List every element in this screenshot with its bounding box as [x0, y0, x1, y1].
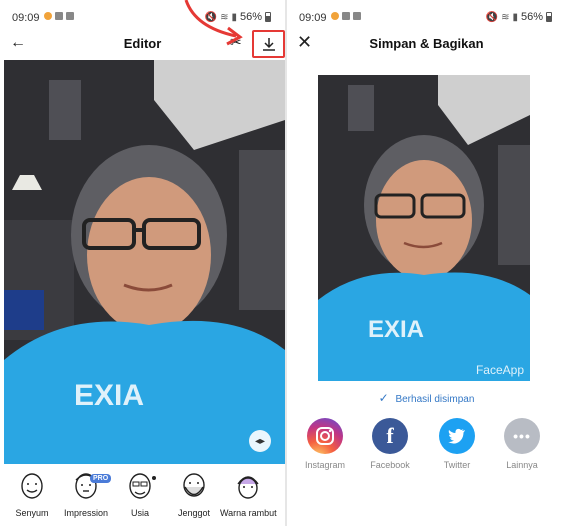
battery-percent: 56%: [520, 11, 543, 23]
saved-message: Berhasil disimpan: [395, 394, 475, 405]
share-label: Instagram: [304, 460, 346, 470]
page-title: Simpan & Bagikan: [369, 36, 484, 51]
battery-icon: [265, 12, 271, 22]
filter-impression[interactable]: PRO Impression: [58, 470, 114, 518]
screen-notification-icon: [353, 12, 361, 20]
editor-screen: 09:09 🔇 ≋ ▮ 56% ← Editor ✂ EXIA ◂▸ Senyu…: [0, 0, 285, 526]
battery-percent: 56%: [239, 11, 262, 23]
edited-photo: EXIA ◂▸: [4, 60, 285, 464]
new-indicator-dot: [152, 476, 156, 480]
saved-confirmation: ✓ Berhasil disimpan: [287, 391, 566, 405]
mute-icon: 🔇: [204, 11, 218, 23]
app-notification-icon: [331, 12, 339, 20]
editor-header: ← Editor ✂: [0, 30, 285, 58]
crop-scissors-icon[interactable]: ✂: [230, 34, 242, 51]
signal-icon: ▮: [512, 11, 518, 23]
system-icons: 🔇 ≋ ▮ 56%: [205, 11, 271, 23]
share-instagram[interactable]: Instagram: [295, 418, 355, 470]
save-share-screen: 09:09 🔇 ≋ ▮ 56% ✕ Simpan & Bagikan EXIA …: [287, 0, 566, 526]
notification-icons: [44, 12, 74, 20]
share-twitter[interactable]: Twitter: [427, 418, 487, 470]
status-time: 09:09: [12, 12, 40, 24]
share-header: ✕ Simpan & Bagikan: [287, 30, 566, 58]
svg-text:EXIA: EXIA: [368, 316, 424, 343]
portrait-image: EXIA: [4, 60, 285, 464]
beard-face-icon: [183, 473, 205, 497]
wifi-icon: ≋: [501, 11, 510, 23]
page-title: Editor: [123, 36, 162, 51]
saved-photo: EXIA FaceApp: [318, 75, 530, 381]
mute-icon: 🔇: [485, 11, 499, 23]
compare-button[interactable]: ◂▸: [249, 430, 271, 452]
share-label: Twitter: [443, 460, 471, 470]
filter-label: Impression: [63, 508, 108, 518]
gallery-notification-icon: [55, 12, 63, 20]
filter-usia[interactable]: Usia: [112, 470, 168, 518]
filter-senyum[interactable]: Senyum: [4, 470, 60, 518]
status-time: 09:09: [299, 12, 327, 24]
filter-label: Warna rambut: [220, 508, 277, 518]
pro-badge: PRO: [90, 474, 112, 483]
app-notification-icon: [44, 12, 52, 20]
filter-jenggot[interactable]: Jenggot: [166, 470, 222, 518]
faceapp-watermark: FaceApp: [475, 363, 524, 377]
age-face-icon: [129, 473, 151, 499]
more-icon: •••: [504, 418, 540, 454]
twitter-icon: [439, 418, 475, 454]
checkmark-icon: ✓: [378, 391, 389, 405]
share-label: Lainnya: [506, 460, 538, 470]
instagram-icon: [307, 418, 343, 454]
notification-icons: [331, 12, 361, 20]
signal-icon: ▮: [231, 11, 237, 23]
wifi-icon: ≋: [220, 11, 229, 23]
smile-face-icon: [21, 473, 43, 499]
download-icon: [262, 38, 275, 51]
share-more[interactable]: ••• Lainnya: [492, 418, 552, 470]
screen-notification-icon: [66, 12, 74, 20]
filter-warna-rambut[interactable]: Warna rambut: [220, 470, 277, 518]
filter-label: Jenggot: [177, 508, 211, 518]
filter-bar: Senyum PRO Impression Usia Jenggot Warna…: [0, 464, 285, 526]
svg-text:EXIA: EXIA: [74, 379, 144, 412]
download-button[interactable]: [252, 30, 285, 58]
status-bar: 09:09 🔇 ≋ ▮ 56%: [287, 0, 566, 30]
filter-label: Senyum: [15, 508, 49, 518]
system-icons: 🔇 ≋ ▮ 56%: [486, 11, 552, 23]
gallery-notification-icon: [342, 12, 350, 20]
portrait-image: EXIA: [318, 75, 530, 381]
facebook-icon: f: [372, 418, 408, 454]
share-facebook[interactable]: f Facebook: [360, 418, 420, 470]
share-label: Facebook: [370, 460, 410, 470]
filter-label: Usia: [130, 508, 149, 518]
battery-icon: [546, 12, 552, 22]
hair-color-face-icon: [237, 476, 259, 499]
status-bar: 09:09 🔇 ≋ ▮ 56%: [0, 0, 285, 30]
